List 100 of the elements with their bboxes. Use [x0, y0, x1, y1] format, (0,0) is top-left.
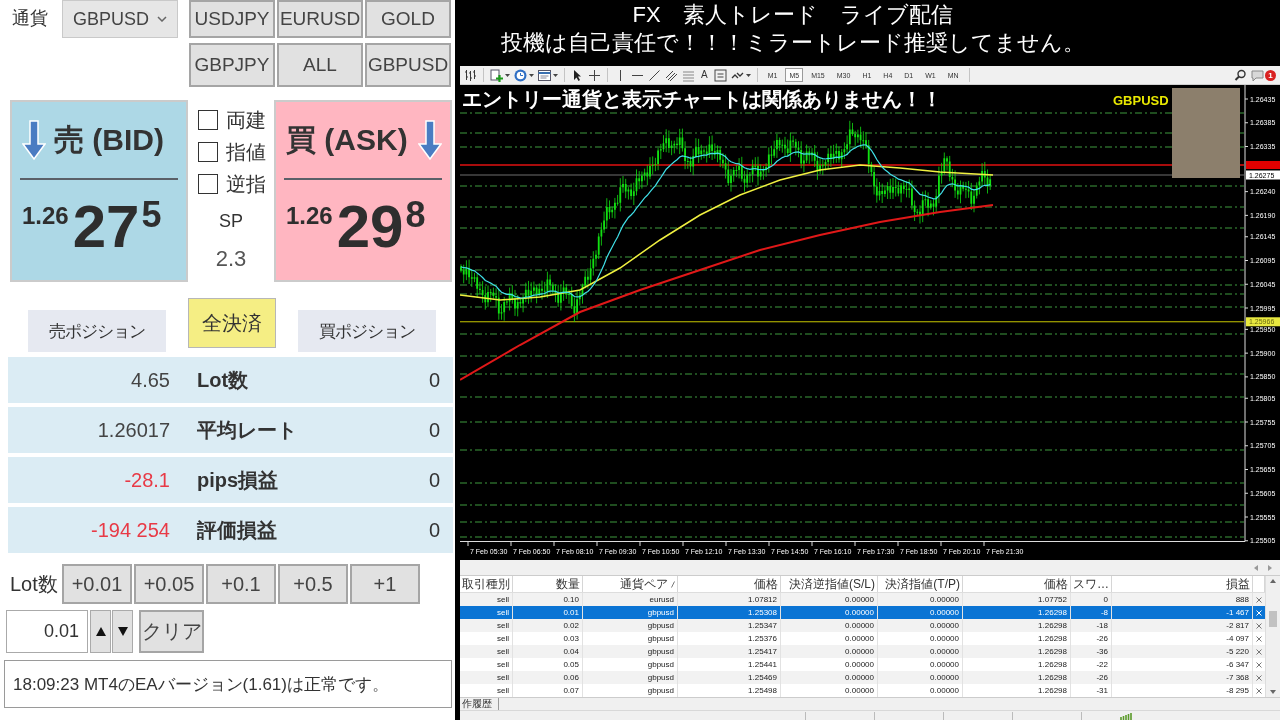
- close-icon[interactable]: [1256, 622, 1262, 629]
- table-cell: 0.04: [513, 645, 583, 658]
- close-icon[interactable]: [1256, 687, 1262, 694]
- text-tool-button[interactable]: A: [699, 69, 710, 81]
- terminal-tab[interactable]: 作履歴: [460, 698, 499, 710]
- symbol-button[interactable]: USDJPY: [189, 0, 275, 38]
- price-prefix: 1.26: [22, 202, 69, 230]
- table-row[interactable]: sell 0.02 gbpusd 1.25347 0.00000 0.00000 1.26298 -18 -2 817: [460, 619, 1265, 632]
- lot-increment-button[interactable]: +0.01: [62, 564, 132, 604]
- table-cell: sell: [460, 684, 513, 697]
- table-cell: gbpusd: [583, 671, 678, 684]
- symbol-button[interactable]: ALL: [277, 43, 363, 87]
- close-icon[interactable]: [1256, 661, 1262, 668]
- table-cell: gbpusd: [583, 684, 678, 697]
- chevron-down-icon: [157, 16, 167, 22]
- close-icon[interactable]: [1256, 674, 1262, 681]
- currency-dropdown[interactable]: GBPUSD: [62, 0, 178, 38]
- position-button[interactable]: 全決済: [188, 298, 276, 348]
- symbol-button[interactable]: GBPUSD: [365, 43, 451, 87]
- crosshair-icon[interactable]: [588, 68, 601, 82]
- vertical-scrollbar[interactable]: [1265, 576, 1280, 697]
- lot-increment-button[interactable]: +0.5: [278, 564, 348, 604]
- column-header[interactable]: 価格: [754, 576, 778, 592]
- table-cell: 1.26298: [963, 619, 1071, 632]
- caret-icon[interactable]: [553, 73, 558, 77]
- table-row[interactable]: sell 0.07 gbpusd 1.25498 0.00000 0.00000 1.26298 -31 -8 295: [460, 684, 1265, 697]
- symbol-button[interactable]: GOLD: [365, 0, 451, 38]
- parallel-lines-icon[interactable]: [665, 68, 678, 82]
- symbol-button[interactable]: EURUSD: [277, 0, 363, 38]
- table-cell: -18: [1071, 619, 1112, 632]
- summary-label: 平均レート: [196, 417, 297, 443]
- column-header[interactable]: 数量: [556, 576, 580, 592]
- close-icon[interactable]: [1256, 596, 1262, 603]
- notification-badge[interactable]: 1: [1265, 69, 1276, 81]
- table-cell: sell: [460, 645, 513, 658]
- lot-increment-button[interactable]: +0.05: [134, 564, 204, 604]
- checkbox[interactable]: [198, 142, 218, 162]
- table-cell: 0.00000: [781, 684, 878, 697]
- table-cell: -7 368: [1112, 671, 1253, 684]
- table-cell: -31: [1071, 684, 1112, 697]
- status-message: 18:09:23 MT4のEAバージョン(1.61)は正常です。: [4, 660, 452, 708]
- checkbox[interactable]: [198, 174, 218, 194]
- step-up-button[interactable]: [90, 610, 111, 653]
- caret-icon[interactable]: [529, 73, 534, 77]
- column-header[interactable]: 取引種別: [462, 576, 510, 592]
- table-row[interactable]: sell 0.04 gbpusd 1.25417 0.00000 0.00000 1.26298 -36 -5 220: [460, 645, 1265, 658]
- caret-icon[interactable]: [505, 73, 510, 77]
- currency-label: 通貨: [12, 7, 49, 30]
- search-icon[interactable]: [1234, 68, 1247, 82]
- clear-button[interactable]: クリア: [139, 610, 204, 653]
- lot-increment-button[interactable]: +1: [350, 564, 420, 604]
- scrollbar-thumb[interactable]: [1269, 611, 1277, 627]
- table-cell: 1.25417: [678, 645, 781, 658]
- table-cell: gbpusd: [583, 619, 678, 632]
- table-cell: 1.26298: [963, 645, 1071, 658]
- price-marker: [1246, 161, 1280, 169]
- table-cell: -36: [1071, 645, 1112, 658]
- bar-chart-icon[interactable]: [464, 68, 477, 82]
- caret-icon[interactable]: [745, 73, 751, 77]
- symbol-button[interactable]: GBPJPY: [189, 43, 275, 87]
- column-header[interactable]: 決済逆指値(S/L): [789, 576, 875, 592]
- diagonal-line-icon[interactable]: [648, 68, 661, 82]
- up-triangle-icon: [95, 627, 106, 636]
- close-icon[interactable]: [1256, 648, 1262, 655]
- connection-bars-icon: [1120, 711, 1132, 720]
- column-header[interactable]: スワ…: [1073, 576, 1109, 592]
- caret-down-icon[interactable]: [1270, 690, 1276, 694]
- table-cell: -26: [1071, 671, 1112, 684]
- close-icon[interactable]: [1256, 635, 1262, 642]
- ask-label: 買 (ASK): [286, 121, 408, 158]
- table-cell: sell: [460, 671, 513, 684]
- table-row[interactable]: sell 0.10 eurusd 1.07812 0.00000 0.00000 1.07752 0 888: [460, 593, 1265, 606]
- sort-indicator-icon: [671, 580, 675, 588]
- table-row[interactable]: sell 0.01 gbpusd 1.25308 0.00000 0.00000 1.26298 -8 -1 467: [460, 606, 1265, 619]
- summary-label: Lot数: [196, 367, 249, 393]
- lot-increment-button[interactable]: +0.1: [206, 564, 276, 604]
- column-header[interactable]: 損益: [1226, 576, 1250, 592]
- column-header[interactable]: 決済指値(T/P): [885, 576, 960, 592]
- window-icon[interactable]: [538, 68, 551, 82]
- lot-input[interactable]: 0.01: [6, 610, 88, 653]
- table-cell: 0.00000: [781, 619, 878, 632]
- position-button[interactable]: 買ポジション: [298, 310, 436, 352]
- column-header[interactable]: 価格: [1044, 576, 1068, 592]
- position-button[interactable]: 売ポジション: [28, 310, 166, 352]
- step-down-button[interactable]: [112, 610, 133, 653]
- checkbox[interactable]: [198, 110, 218, 130]
- clock-icon[interactable]: [514, 68, 527, 82]
- new-chart-icon[interactable]: [490, 68, 503, 82]
- caret-up-icon[interactable]: [1270, 579, 1276, 583]
- column-header[interactable]: 通貨ペア: [620, 576, 675, 592]
- table-cell: 0.07: [513, 684, 583, 697]
- cursor-icon[interactable]: [571, 68, 584, 82]
- summary-value: -194 254: [90, 518, 170, 542]
- price-main: 29: [336, 196, 404, 258]
- table-cell: -8 295: [1112, 684, 1253, 697]
- bid-label: 売 (BID): [54, 121, 164, 158]
- table-row[interactable]: sell 0.06 gbpusd 1.25469 0.00000 0.00000 1.26298 -26 -7 368: [460, 671, 1265, 684]
- summary-value: 1.26017: [96, 418, 170, 442]
- table-cell: 0.00000: [878, 671, 963, 684]
- summary-count: 0: [428, 418, 440, 442]
